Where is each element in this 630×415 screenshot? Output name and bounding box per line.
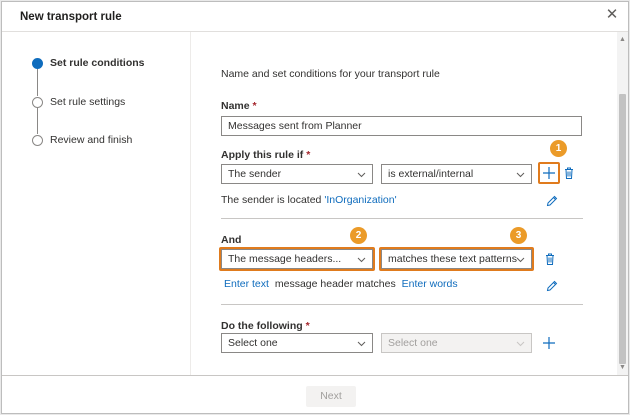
header-divider — [2, 31, 628, 32]
step-label: Review and finish — [50, 134, 133, 146]
nav-divider — [190, 32, 191, 375]
chevron-down-icon — [357, 170, 366, 179]
step-indicator-active — [32, 57, 43, 69]
step-indicator — [32, 96, 43, 108]
step-set-rule-conditions[interactable]: Set rule conditions — [32, 57, 145, 69]
step-set-rule-settings[interactable]: Set rule settings — [32, 96, 125, 108]
transport-rule-dialog: New transport rule ✕ Set rule conditions… — [1, 1, 629, 414]
condition-value-dropdown[interactable]: is external/internal — [381, 164, 532, 184]
enter-text-link[interactable]: Enter text — [224, 278, 269, 290]
chevron-down-icon — [516, 170, 525, 179]
name-input[interactable]: Messages sent from Planner — [221, 116, 582, 136]
chevron-down-icon — [516, 339, 525, 348]
step-indicator — [32, 134, 43, 146]
condition-dropdown[interactable]: The sender — [221, 164, 373, 184]
text-pattern-dropdown[interactable]: matches these text patterns — [381, 249, 532, 269]
header-match-description: Enter text message header matches Enter … — [224, 278, 458, 290]
step-label: Set rule conditions — [50, 57, 145, 69]
dialog-title: New transport rule — [20, 11, 122, 23]
action-dropdown[interactable]: Select one — [221, 333, 373, 353]
section-divider — [221, 304, 583, 305]
pencil-icon[interactable] — [545, 194, 559, 208]
do-following-label: Do the following * — [221, 320, 310, 332]
vertical-scrollbar[interactable]: ▲ ▼ — [617, 32, 628, 375]
apply-rule-label: Apply this rule if * — [221, 149, 311, 161]
condition-description: The sender is located 'InOrganization' — [221, 194, 397, 206]
form-intro: Name and set conditions for your transpo… — [221, 68, 440, 80]
callout-badge-1: 1 — [550, 140, 567, 157]
plus-icon[interactable] — [542, 166, 556, 180]
step-connector — [37, 68, 38, 96]
section-divider — [221, 218, 583, 219]
pencil-icon[interactable] — [545, 279, 559, 293]
step-label: Set rule settings — [50, 96, 126, 108]
trash-icon[interactable] — [543, 252, 557, 266]
chevron-down-icon — [516, 255, 525, 264]
close-icon[interactable]: ✕ — [604, 7, 620, 23]
callout-badge-2: 2 — [350, 227, 367, 244]
scroll-up-icon[interactable]: ▲ — [617, 34, 628, 45]
scroll-down-icon[interactable]: ▼ — [617, 362, 628, 373]
trash-icon[interactable] — [562, 166, 576, 180]
scroll-thumb[interactable] — [619, 94, 626, 364]
action-value-dropdown: Select one — [381, 333, 532, 353]
callout-badge-3: 3 — [510, 227, 527, 244]
condition-value-link[interactable]: 'InOrganization' — [324, 194, 396, 206]
chevron-down-icon — [357, 255, 366, 264]
step-review-and-finish[interactable]: Review and finish — [32, 134, 132, 146]
step-connector — [37, 106, 38, 134]
enter-words-link[interactable]: Enter words — [402, 278, 458, 290]
next-button[interactable]: Next — [306, 386, 356, 407]
plus-icon[interactable] — [542, 336, 556, 350]
header-condition-dropdown[interactable]: The message headers... — [221, 249, 373, 269]
footer-divider — [2, 375, 628, 376]
chevron-down-icon — [357, 339, 366, 348]
and-label: And — [221, 234, 242, 246]
name-label: Name * — [221, 100, 257, 112]
